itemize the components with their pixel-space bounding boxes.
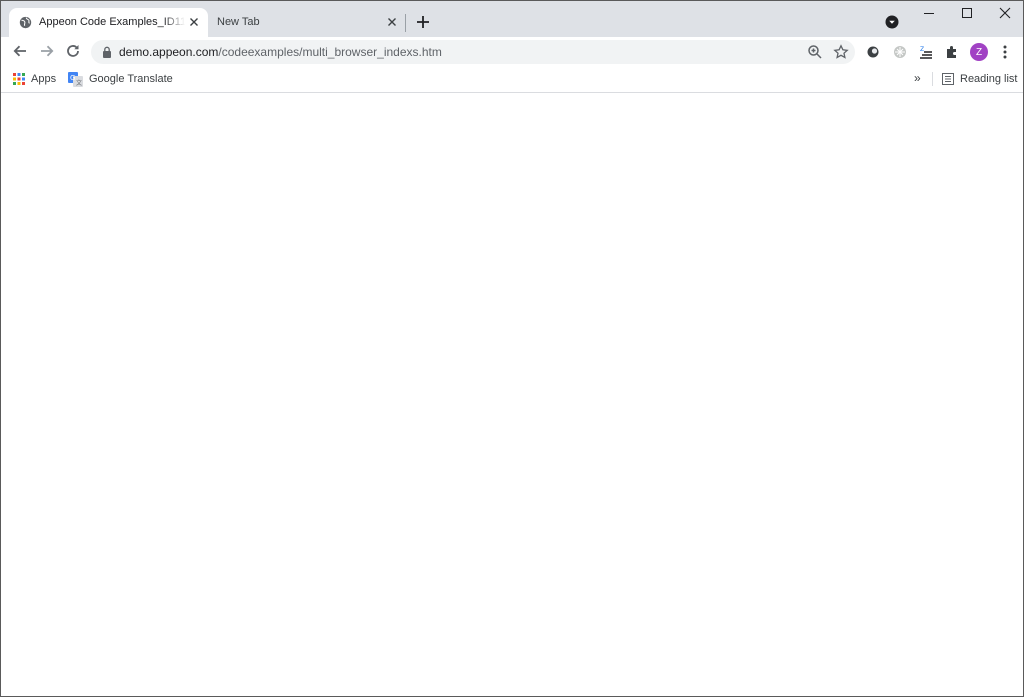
tab-appeon-code-examples[interactable]: Appeon Code Examples_ID1105T	[9, 8, 208, 37]
bookmark-apps-label: Apps	[31, 73, 57, 85]
bookmark-apps[interactable]: Apps	[13, 71, 56, 87]
google-translate-icon: G 文	[68, 71, 83, 87]
back-arrow-icon[interactable]	[11, 42, 29, 60]
profile-avatar[interactable]: Z	[970, 43, 988, 61]
close-tab-icon[interactable]	[187, 15, 201, 29]
reload-icon[interactable]	[64, 42, 82, 60]
svg-text:文: 文	[76, 79, 82, 87]
puzzle-icon[interactable]	[944, 44, 960, 60]
bookmarks-separator	[932, 72, 933, 86]
tab-new-tab[interactable]: New Tab	[208, 8, 405, 37]
tab-separator	[405, 14, 406, 32]
toolbar: demo.appeon.com/codeexamples/multi_brows…	[1, 37, 1023, 66]
close-window-icon[interactable]	[997, 6, 1013, 20]
svg-text:G: G	[70, 74, 75, 82]
tab-title: Appeon Code Examples_ID1105T	[39, 16, 185, 28]
address-bar[interactable]: demo.appeon.com/codeexamples/multi_brows…	[91, 40, 855, 64]
more-menu-icon[interactable]	[998, 44, 1012, 60]
tab-title: New Tab	[217, 16, 260, 28]
reading-list-button[interactable]: Reading list	[942, 71, 1017, 87]
url-host: demo.appeon.com	[119, 45, 219, 59]
extension-icon[interactable]: Z	[918, 44, 934, 60]
svg-text:Z: Z	[920, 46, 924, 53]
bookmark-google-translate[interactable]: G 文 Google Translate	[68, 71, 173, 87]
page-content	[1, 94, 1023, 696]
bookmark-star-icon[interactable]	[833, 44, 849, 60]
lock-icon[interactable]	[102, 46, 112, 58]
maximize-icon[interactable]	[959, 6, 975, 20]
tab-search-icon[interactable]	[885, 15, 899, 29]
minimize-icon[interactable]	[921, 6, 937, 20]
url-text[interactable]: demo.appeon.com/codeexamples/multi_brows…	[119, 45, 442, 59]
bookmarks-overflow-chevron-icon[interactable]: »	[914, 71, 921, 85]
bookmarks-bar: Apps G 文 Google Translate » Reading list	[1, 66, 1023, 93]
tab-strip: Appeon Code Examples_ID1105T New Tab	[1, 1, 1023, 37]
zoom-icon[interactable]	[807, 44, 823, 60]
globe-icon	[19, 16, 32, 29]
bookmark-label: Google Translate	[89, 73, 173, 85]
url-path: /codeexamples/multi_browser_indexs.htm	[218, 45, 442, 59]
extension-icon[interactable]	[865, 44, 881, 60]
close-tab-icon[interactable]	[385, 15, 399, 29]
new-tab-icon[interactable]	[415, 14, 431, 30]
apps-grid-icon	[13, 73, 25, 85]
forward-arrow-icon[interactable]	[38, 42, 56, 60]
browser-window: Appeon Code Examples_ID1105T New Tab	[0, 0, 1024, 697]
reading-list-label: Reading list	[960, 73, 1018, 85]
extension-icon[interactable]	[892, 44, 908, 60]
reading-list-icon	[942, 73, 954, 85]
